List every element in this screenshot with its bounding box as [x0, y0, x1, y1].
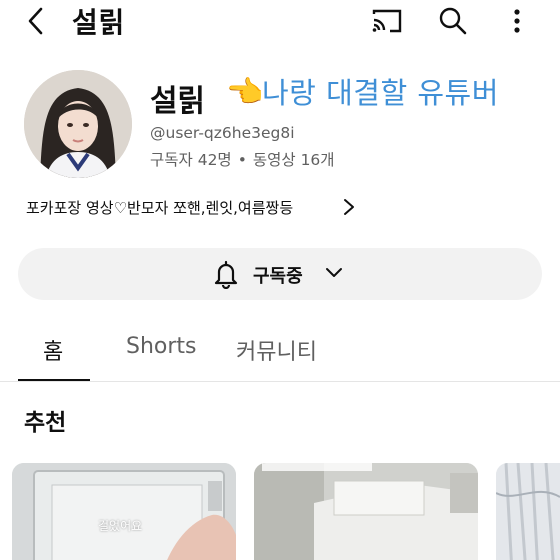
thumbnail-image	[496, 463, 560, 560]
more-vert-icon[interactable]	[506, 6, 528, 36]
overlay-caption: 나랑 대결할 유튜버	[262, 76, 499, 110]
back-arrow-icon[interactable]	[22, 4, 50, 38]
recommended-section-title: 추천	[24, 410, 67, 436]
thumbnail-image	[12, 463, 236, 560]
tab-shorts[interactable]: Shorts	[126, 334, 197, 359]
channel-avatar[interactable]	[24, 70, 132, 178]
stats-separator: •	[237, 151, 247, 169]
thumbnail-image	[254, 463, 478, 560]
tab-community[interactable]: 커뮤니티	[236, 334, 317, 366]
video-thumbnail[interactable]: 걸었어요	[12, 463, 236, 560]
header-title: 설릵	[72, 6, 126, 39]
video-thumbnail[interactable]	[496, 463, 560, 560]
cast-icon[interactable]	[370, 6, 404, 36]
channel-stats: 구독자 42명 • 동영상 16개	[150, 148, 335, 170]
tab-home[interactable]: 홈	[43, 334, 63, 366]
subscribed-label: 구독중	[253, 266, 303, 287]
channel-description[interactable]: 포카포장 영상♡반모자 쪼핸,렌잇,여름짱등	[26, 197, 293, 218]
search-icon[interactable]	[437, 5, 469, 37]
pointing-hand-emoji: 👈	[226, 75, 264, 110]
channel-handle: @user-qz6he3eg8i	[150, 124, 295, 142]
tabs-divider	[0, 381, 560, 382]
chevron-right-icon[interactable]	[342, 197, 356, 217]
video-count: 동영상 16개	[252, 151, 335, 169]
subscriber-count: 구독자 42명	[150, 151, 232, 169]
bell-icon	[214, 260, 238, 289]
avatar-image	[24, 70, 132, 178]
top-bar: 설릵	[0, 0, 560, 44]
video-thumbnail[interactable]	[254, 463, 478, 560]
thumbnail-caption: 걸었어요	[98, 519, 143, 533]
channel-name: 설릵	[150, 84, 206, 119]
chevron-down-icon	[326, 268, 342, 277]
